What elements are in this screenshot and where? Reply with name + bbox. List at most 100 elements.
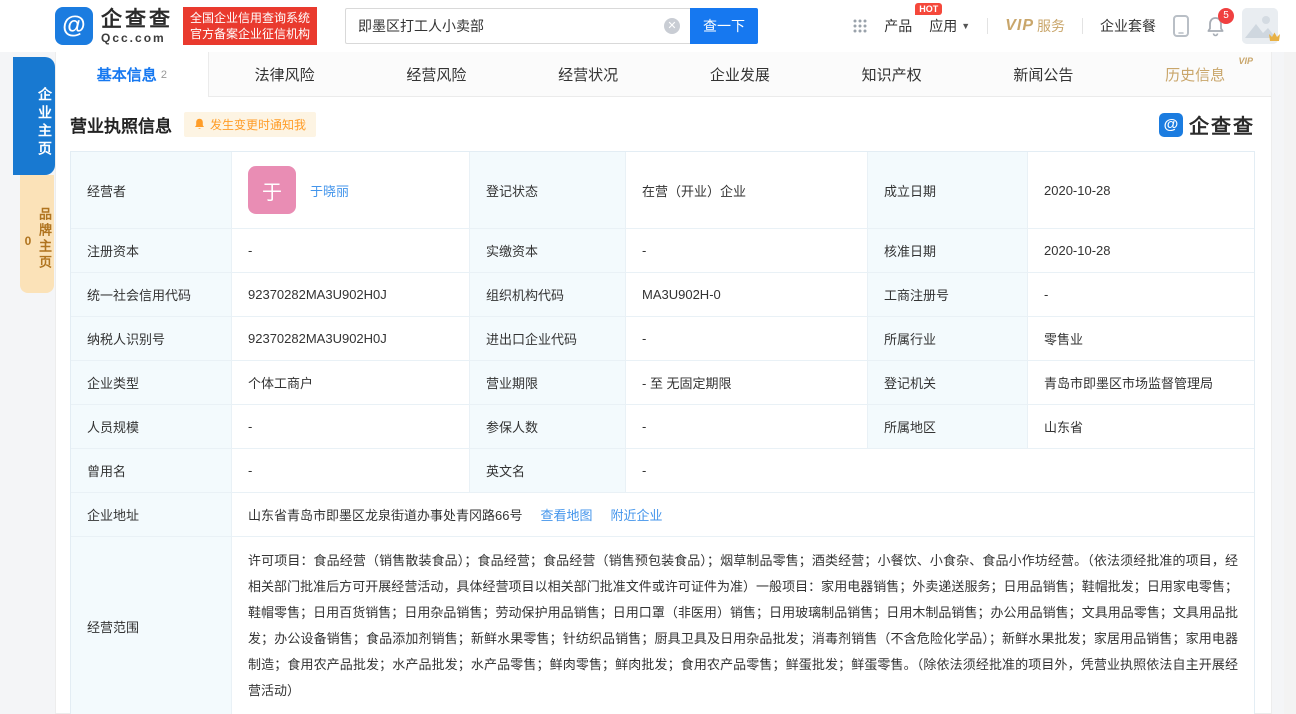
field-value: - [231, 228, 469, 272]
field-value: 2020-10-28 [1027, 152, 1254, 228]
field-value: - [231, 404, 469, 448]
top-nav: 产品 HOT 应用 ▼ VIP 服务 企业套餐 5 [853, 8, 1278, 44]
field-value: - [625, 228, 867, 272]
field-label: 所属行业 [867, 316, 1027, 360]
field-label: 经营者 [71, 152, 231, 228]
hot-badge: HOT [915, 3, 942, 15]
field-label: 组织机构代码 [469, 272, 625, 316]
user-avatar[interactable] [1242, 8, 1278, 44]
field-label: 实缴资本 [469, 228, 625, 272]
qcc-watermark: @ 企查查 [1159, 110, 1255, 139]
field-label: 进出口企业代码 [469, 316, 625, 360]
field-label: 成立日期 [867, 152, 1027, 228]
brand-domain: Qcc.com [101, 32, 173, 44]
change-notify-button[interactable]: 发生变更时通知我 [184, 112, 316, 137]
field-value: 92370282MA3U902H0J [231, 272, 469, 316]
badge-line-1: 全国企业信用查询系统 [190, 10, 310, 26]
search-bar: ✕ 查一下 [345, 8, 758, 44]
tab-legal-risk[interactable]: 法律风险 [209, 52, 361, 97]
mobile-app-icon[interactable] [1173, 15, 1189, 37]
tab-history-info[interactable]: 历史信息 VIP [1119, 52, 1271, 97]
operator-avatar[interactable]: 于 [248, 166, 296, 214]
sidebar-item-company-home[interactable]: 企业主页 [13, 57, 55, 175]
field-value: 2020-10-28 [1027, 228, 1254, 272]
grid-apps-icon[interactable] [853, 19, 867, 33]
company-address-cell: 山东省青岛市即墨区龙泉街道办事处青冈路66号 查看地图 附近企业 [231, 492, 1254, 536]
tab-intellectual-property[interactable]: 知识产权 [816, 52, 968, 97]
business-scope-text: 许可项目：食品经营（销售散装食品）；食品经营；食品经营（销售预包装食品）；烟草制… [231, 536, 1254, 714]
badge-line-2: 官方备案企业征信机构 [190, 26, 310, 42]
brand-home-count: 0 [21, 191, 35, 293]
field-label: 英文名 [469, 448, 625, 492]
field-label: 企业地址 [71, 492, 231, 536]
vip-crown-icon [1268, 29, 1281, 47]
tab-operation-risk[interactable]: 经营风险 [361, 52, 513, 97]
nav-vip-service[interactable]: VIP 服务 [1005, 16, 1065, 36]
tab-basic-info[interactable]: 基本信息 2 [56, 52, 209, 97]
field-label: 参保人数 [469, 404, 625, 448]
field-value: - [625, 316, 867, 360]
nearby-companies-link[interactable]: 附近企业 [610, 505, 662, 524]
field-label: 企业类型 [71, 360, 231, 404]
field-label: 登记状态 [469, 152, 625, 228]
field-value: MA3U902H-0 [625, 272, 867, 316]
qcc-logo[interactable]: @ 企查查 Qcc.com [55, 7, 173, 45]
brand-home-label: 品牌主页 [37, 207, 52, 271]
tab-basic-info-badge: 2 [161, 69, 167, 81]
nav-product[interactable]: 产品 HOT [884, 16, 912, 36]
tab-basic-info-label: 基本信息 [97, 64, 157, 85]
field-label: 核准日期 [867, 228, 1027, 272]
field-label: 经营范围 [71, 536, 231, 714]
operator-cell: 于 于晓丽 [231, 152, 469, 228]
vip-tag: VIP [1238, 56, 1253, 66]
field-label: 登记机关 [867, 360, 1027, 404]
change-notify-label: 发生变更时通知我 [210, 116, 306, 133]
business-license-section: 营业执照信息 发生变更时通知我 @ 企查查 经营者 于 于晓丽 [56, 97, 1271, 714]
notification-bell-icon[interactable]: 5 [1206, 16, 1225, 37]
notification-count-badge: 5 [1218, 8, 1234, 24]
nav-enterprise-package[interactable]: 企业套餐 [1100, 16, 1156, 36]
bell-icon [194, 118, 205, 131]
brand-name: 企查查 [101, 9, 173, 30]
field-label: 注册资本 [71, 228, 231, 272]
qcc-watermark-text: 企查查 [1189, 110, 1255, 139]
field-label: 工商注册号 [867, 272, 1027, 316]
section-title: 营业执照信息 [70, 112, 172, 137]
chevron-down-icon: ▼ [961, 21, 970, 31]
business-license-table: 经营者 于 于晓丽 登记状态 在营（开业）企业 成立日期 2020-10-28 … [70, 151, 1255, 714]
search-input[interactable] [358, 18, 664, 34]
field-value: 山东省 [1027, 404, 1254, 448]
field-label: 营业期限 [469, 360, 625, 404]
operator-name-link[interactable]: 于晓丽 [310, 181, 349, 200]
nav-product-label: 产品 [884, 16, 912, 36]
credit-system-badge: 全国企业信用查询系统 官方备案企业征信机构 [183, 7, 317, 45]
company-detail-card: 基本信息 2 法律风险 经营风险 经营状况 企业发展 知识产权 新闻公告 历史信… [55, 52, 1272, 714]
field-label: 人员规模 [71, 404, 231, 448]
field-value: - [231, 448, 469, 492]
qcc-logo-icon: @ [55, 7, 93, 45]
field-value: - [625, 404, 867, 448]
nav-divider [987, 18, 988, 34]
vip-service-label: 服务 [1037, 16, 1065, 36]
nav-divider [1082, 18, 1083, 34]
qcc-watermark-icon: @ [1159, 113, 1183, 137]
company-address: 山东省青岛市即墨区龙泉街道办事处青冈路66号 [248, 505, 522, 524]
field-value: 零售业 [1027, 316, 1254, 360]
tab-company-development[interactable]: 企业发展 [664, 52, 816, 97]
tab-news[interactable]: 新闻公告 [968, 52, 1120, 97]
field-value: 在营（开业）企业 [625, 152, 867, 228]
field-value: - 至 无固定期限 [625, 360, 867, 404]
clear-search-icon[interactable]: ✕ [664, 18, 680, 34]
scrollbar[interactable] [1284, 52, 1296, 714]
sidebar-item-brand-home[interactable]: 品牌主页 0 [20, 175, 54, 293]
field-value: 青岛市即墨区市场监督管理局 [1027, 360, 1254, 404]
view-map-link[interactable]: 查看地图 [540, 505, 592, 524]
field-value: 92370282MA3U902H0J [231, 316, 469, 360]
tab-operation-status[interactable]: 经营状况 [512, 52, 664, 97]
field-value: 个体工商户 [231, 360, 469, 404]
search-button[interactable]: 查一下 [690, 8, 758, 44]
field-label: 曾用名 [71, 448, 231, 492]
field-label: 统一社会信用代码 [71, 272, 231, 316]
nav-apps[interactable]: 应用 ▼ [929, 16, 970, 36]
tab-history-info-label: 历史信息 [1165, 64, 1225, 85]
